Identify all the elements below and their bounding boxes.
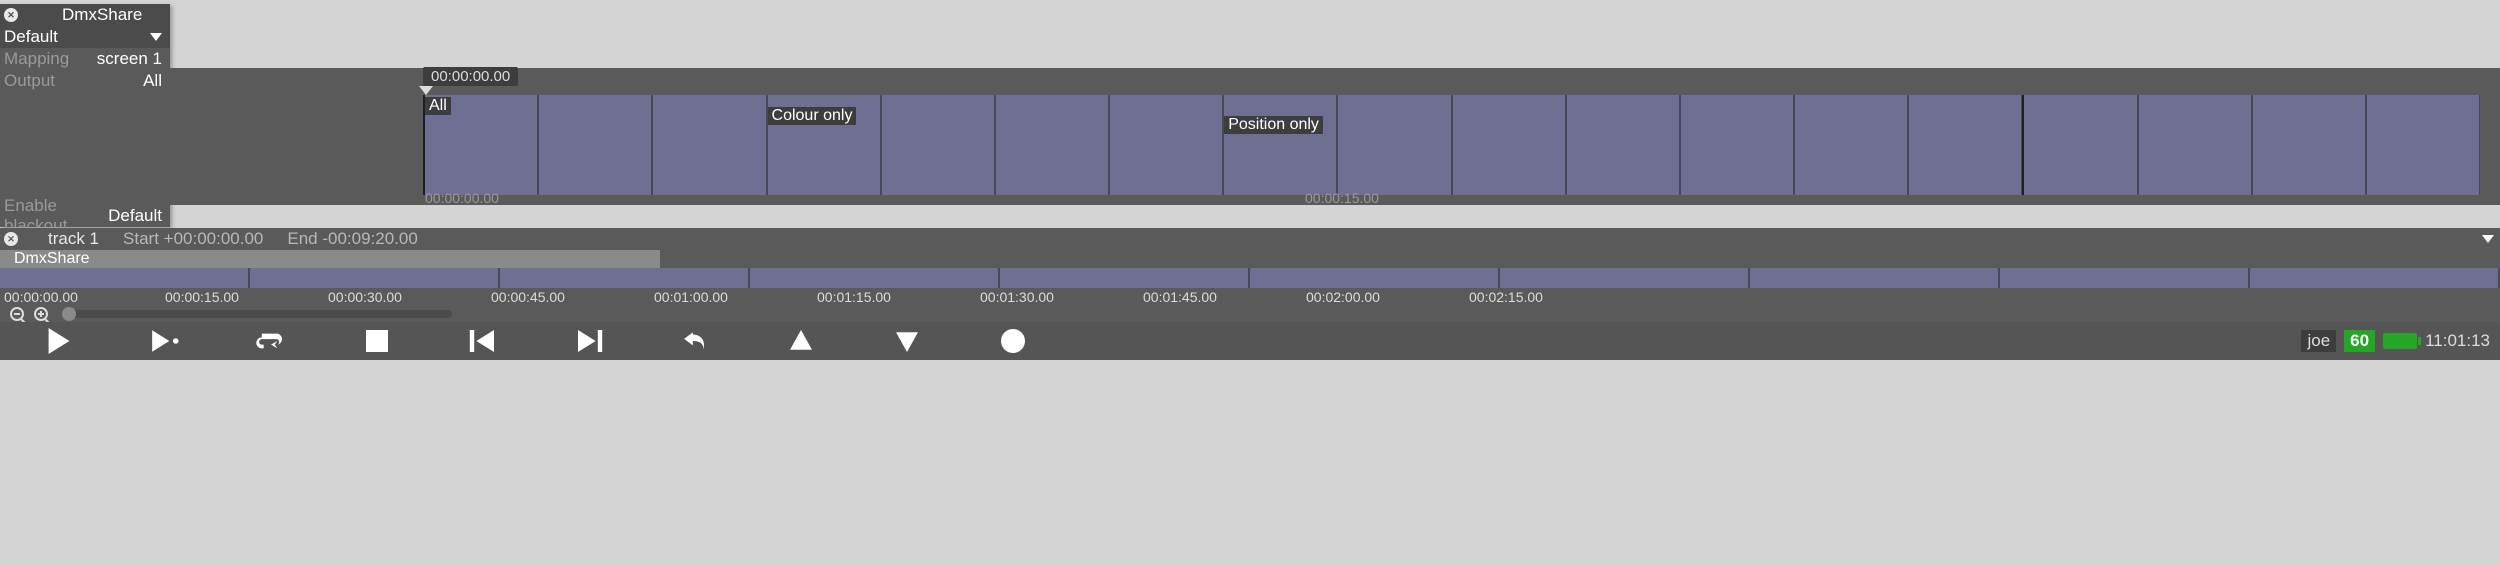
blackout-value: Default [108,206,162,226]
close-icon[interactable] [4,8,18,22]
mapping-row[interactable]: Mapping screen 1 [0,48,170,70]
clip-segment[interactable] [538,95,652,195]
blackout-row[interactable]: Enable blackout Default [0,205,170,227]
clip-segment[interactable]: All [423,95,538,195]
dmxshare-panel: DmxShare Default Mapping screen 1 Output… [0,4,170,227]
lane-segment[interactable] [1500,268,1750,288]
status-area: joe 60 11:01:13 [2301,322,2490,360]
clip-segment[interactable] [1566,95,1680,195]
chevron-down-icon[interactable] [2482,235,2494,243]
clip-time-15: 00:00:15.00 [1305,190,1379,206]
clip-label-all: All [425,97,451,115]
chevron-down-icon [150,33,162,41]
clip-label-position: Position only [1224,116,1323,134]
lane-segment[interactable] [2250,268,2500,288]
status-user: joe [2301,330,2336,352]
lane-segment[interactable] [250,268,500,288]
lane-segment[interactable] [1750,268,2000,288]
clip-segment[interactable] [1452,95,1566,195]
ruler-tick: 00:00:00.00 [4,289,78,305]
clip-segment[interactable] [1109,95,1223,195]
clip-segment[interactable] [881,95,995,195]
clip-segment[interactable] [1680,95,1794,195]
play-section-button[interactable] [150,326,180,356]
clip-segment[interactable] [2138,95,2252,195]
clip-segment[interactable]: Colour only [767,95,881,195]
lane-segment[interactable] [1000,268,1250,288]
lane-header-bg [660,250,2500,268]
transport-bar: joe 60 11:01:13 [0,322,2500,360]
zoom-row [0,306,2500,322]
ruler-tick: 00:00:15.00 [165,289,239,305]
clip-segment[interactable] [652,95,766,195]
battery-icon [2383,333,2417,349]
clip-segment[interactable] [1908,95,2022,195]
panel-titlebar[interactable]: DmxShare [0,4,170,26]
preset-dropdown[interactable]: Default [0,26,170,48]
status-clock: 11:01:13 [2425,331,2490,351]
play-button[interactable] [44,326,74,356]
loop-button[interactable] [256,326,286,356]
lane-segment[interactable] [750,268,1000,288]
close-icon[interactable] [4,232,18,246]
time-ruler[interactable]: 00:00:00.00 00:00:15.00 00:00:30.00 00:00:4… [0,288,2500,306]
stop-button[interactable] [362,326,392,356]
track-end: End -00:09:20.00 [287,229,417,249]
lane-segment[interactable] [1250,268,1500,288]
zoom-out-icon[interactable] [10,307,24,321]
clip-area[interactable]: All Colour only Position only [423,95,2480,195]
preset-value: Default [4,27,58,47]
ruler-tick: 00:01:15.00 [817,289,891,305]
clip-label-colour: Colour only [768,107,857,125]
output-row[interactable]: Output All [0,70,170,92]
ruler-tick: 00:01:30.00 [980,289,1054,305]
ruler-tick: 00:00:30.00 [328,289,402,305]
record-button[interactable] [998,326,1028,356]
mapping-value: screen 1 [97,49,162,69]
track-name: track 1 [48,229,99,249]
lane-segment[interactable] [0,268,250,288]
timeline-lane[interactable] [0,268,2500,288]
zoom-slider[interactable] [62,310,452,318]
clip-segment[interactable] [1794,95,1908,195]
zoom-thumb[interactable] [62,307,76,321]
lane-segment[interactable] [2000,268,2250,288]
clip-segment[interactable] [2366,95,2480,195]
lane-segment[interactable] [500,268,750,288]
next-button[interactable] [574,326,604,356]
clip-segment[interactable]: Position only [1223,95,1337,195]
output-value: All [143,71,162,91]
clip-segment[interactable] [995,95,1109,195]
zoom-in-icon[interactable] [34,307,48,321]
ruler-tick: 00:01:00.00 [654,289,728,305]
playhead-time: 00:00:00.00 [423,67,518,86]
track-header[interactable]: track 1 Start +00:00:00.00 End -00:09:20… [0,228,2500,250]
clip-segment[interactable] [2252,95,2366,195]
ruler-tick: 00:00:45.00 [491,289,565,305]
clip-strip[interactable]: 00:00:00.00 All Colour only Position onl… [170,68,2500,205]
output-label: Output [4,71,55,91]
up-button[interactable] [786,326,816,356]
prev-button[interactable] [468,326,498,356]
clip-time-start: 00:00:00.00 [425,190,499,206]
clip-segment[interactable] [2022,95,2137,195]
ruler-tick: 00:02:15.00 [1469,289,1543,305]
track-start: Start +00:00:00.00 [123,229,263,249]
ruler-tick: 00:01:45.00 [1143,289,1217,305]
mapping-label: Mapping [4,49,69,69]
undo-button[interactable] [680,326,710,356]
panel-title-text: DmxShare [62,5,142,25]
clip-segment[interactable] [1337,95,1451,195]
lane-name: DmxShare [14,250,90,268]
status-fps: 60 [2344,330,2375,352]
ruler-tick: 00:02:00.00 [1306,289,1380,305]
lane-header[interactable]: DmxShare [0,250,660,268]
down-button[interactable] [892,326,922,356]
playhead-marker-icon[interactable] [419,86,433,95]
